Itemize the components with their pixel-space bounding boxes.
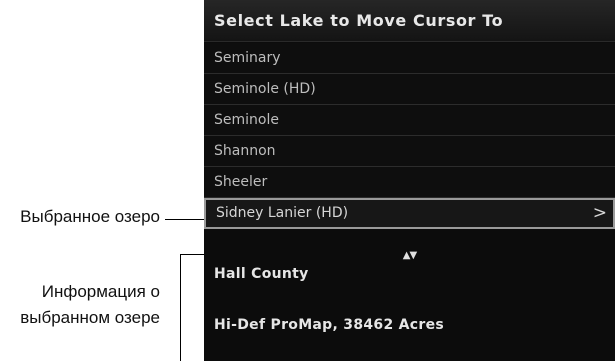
lake-select-panel: Select Lake to Move Cursor To Seminary S… <box>204 0 615 361</box>
lake-item-seminole[interactable]: Seminole <box>204 105 615 136</box>
lake-item-label: Sheeler <box>214 174 268 190</box>
lake-item-label: Shannon <box>214 143 276 159</box>
lake-item-seminole-hd[interactable]: Seminole (HD) <box>204 74 615 105</box>
lake-info-county: Hall County <box>214 266 309 282</box>
lake-info-bracket-top <box>180 254 204 255</box>
lake-info-callout-line2: выбранном озере <box>20 308 160 327</box>
lake-item-label: Seminole (HD) <box>214 81 316 97</box>
scroll-up-down-icon[interactable]: ▲▼ <box>204 249 615 263</box>
panel-title: Select Lake to Move Cursor To <box>204 0 615 42</box>
chevron-right-icon[interactable]: > <box>593 200 607 227</box>
selected-lake-callout: Выбранное озеро <box>20 207 160 226</box>
lake-info-bracket-vertical <box>180 254 181 361</box>
lake-info-callout: Информация о выбранном озере <box>0 279 160 331</box>
lake-item-label: Seminary <box>214 50 281 66</box>
lake-item-seminary[interactable]: Seminary <box>204 43 615 74</box>
lake-item-label: Seminole <box>214 112 279 128</box>
lake-item-sheeler[interactable]: Sheeler <box>204 167 615 198</box>
lake-item-sidney-lanier-hd[interactable]: Sidney Lanier (HD) > <box>204 198 615 229</box>
selected-lake-leader-line <box>165 219 204 220</box>
lake-list: Seminary Seminole (HD) Seminole Shannon … <box>204 43 615 229</box>
lake-item-shannon[interactable]: Shannon <box>204 136 615 167</box>
lake-info-callout-line1: Информация о <box>41 282 160 301</box>
lake-item-label: Sidney Lanier (HD) <box>216 205 349 221</box>
lake-info-detail: Hi-Def ProMap, 38462 Acres <box>214 317 445 333</box>
